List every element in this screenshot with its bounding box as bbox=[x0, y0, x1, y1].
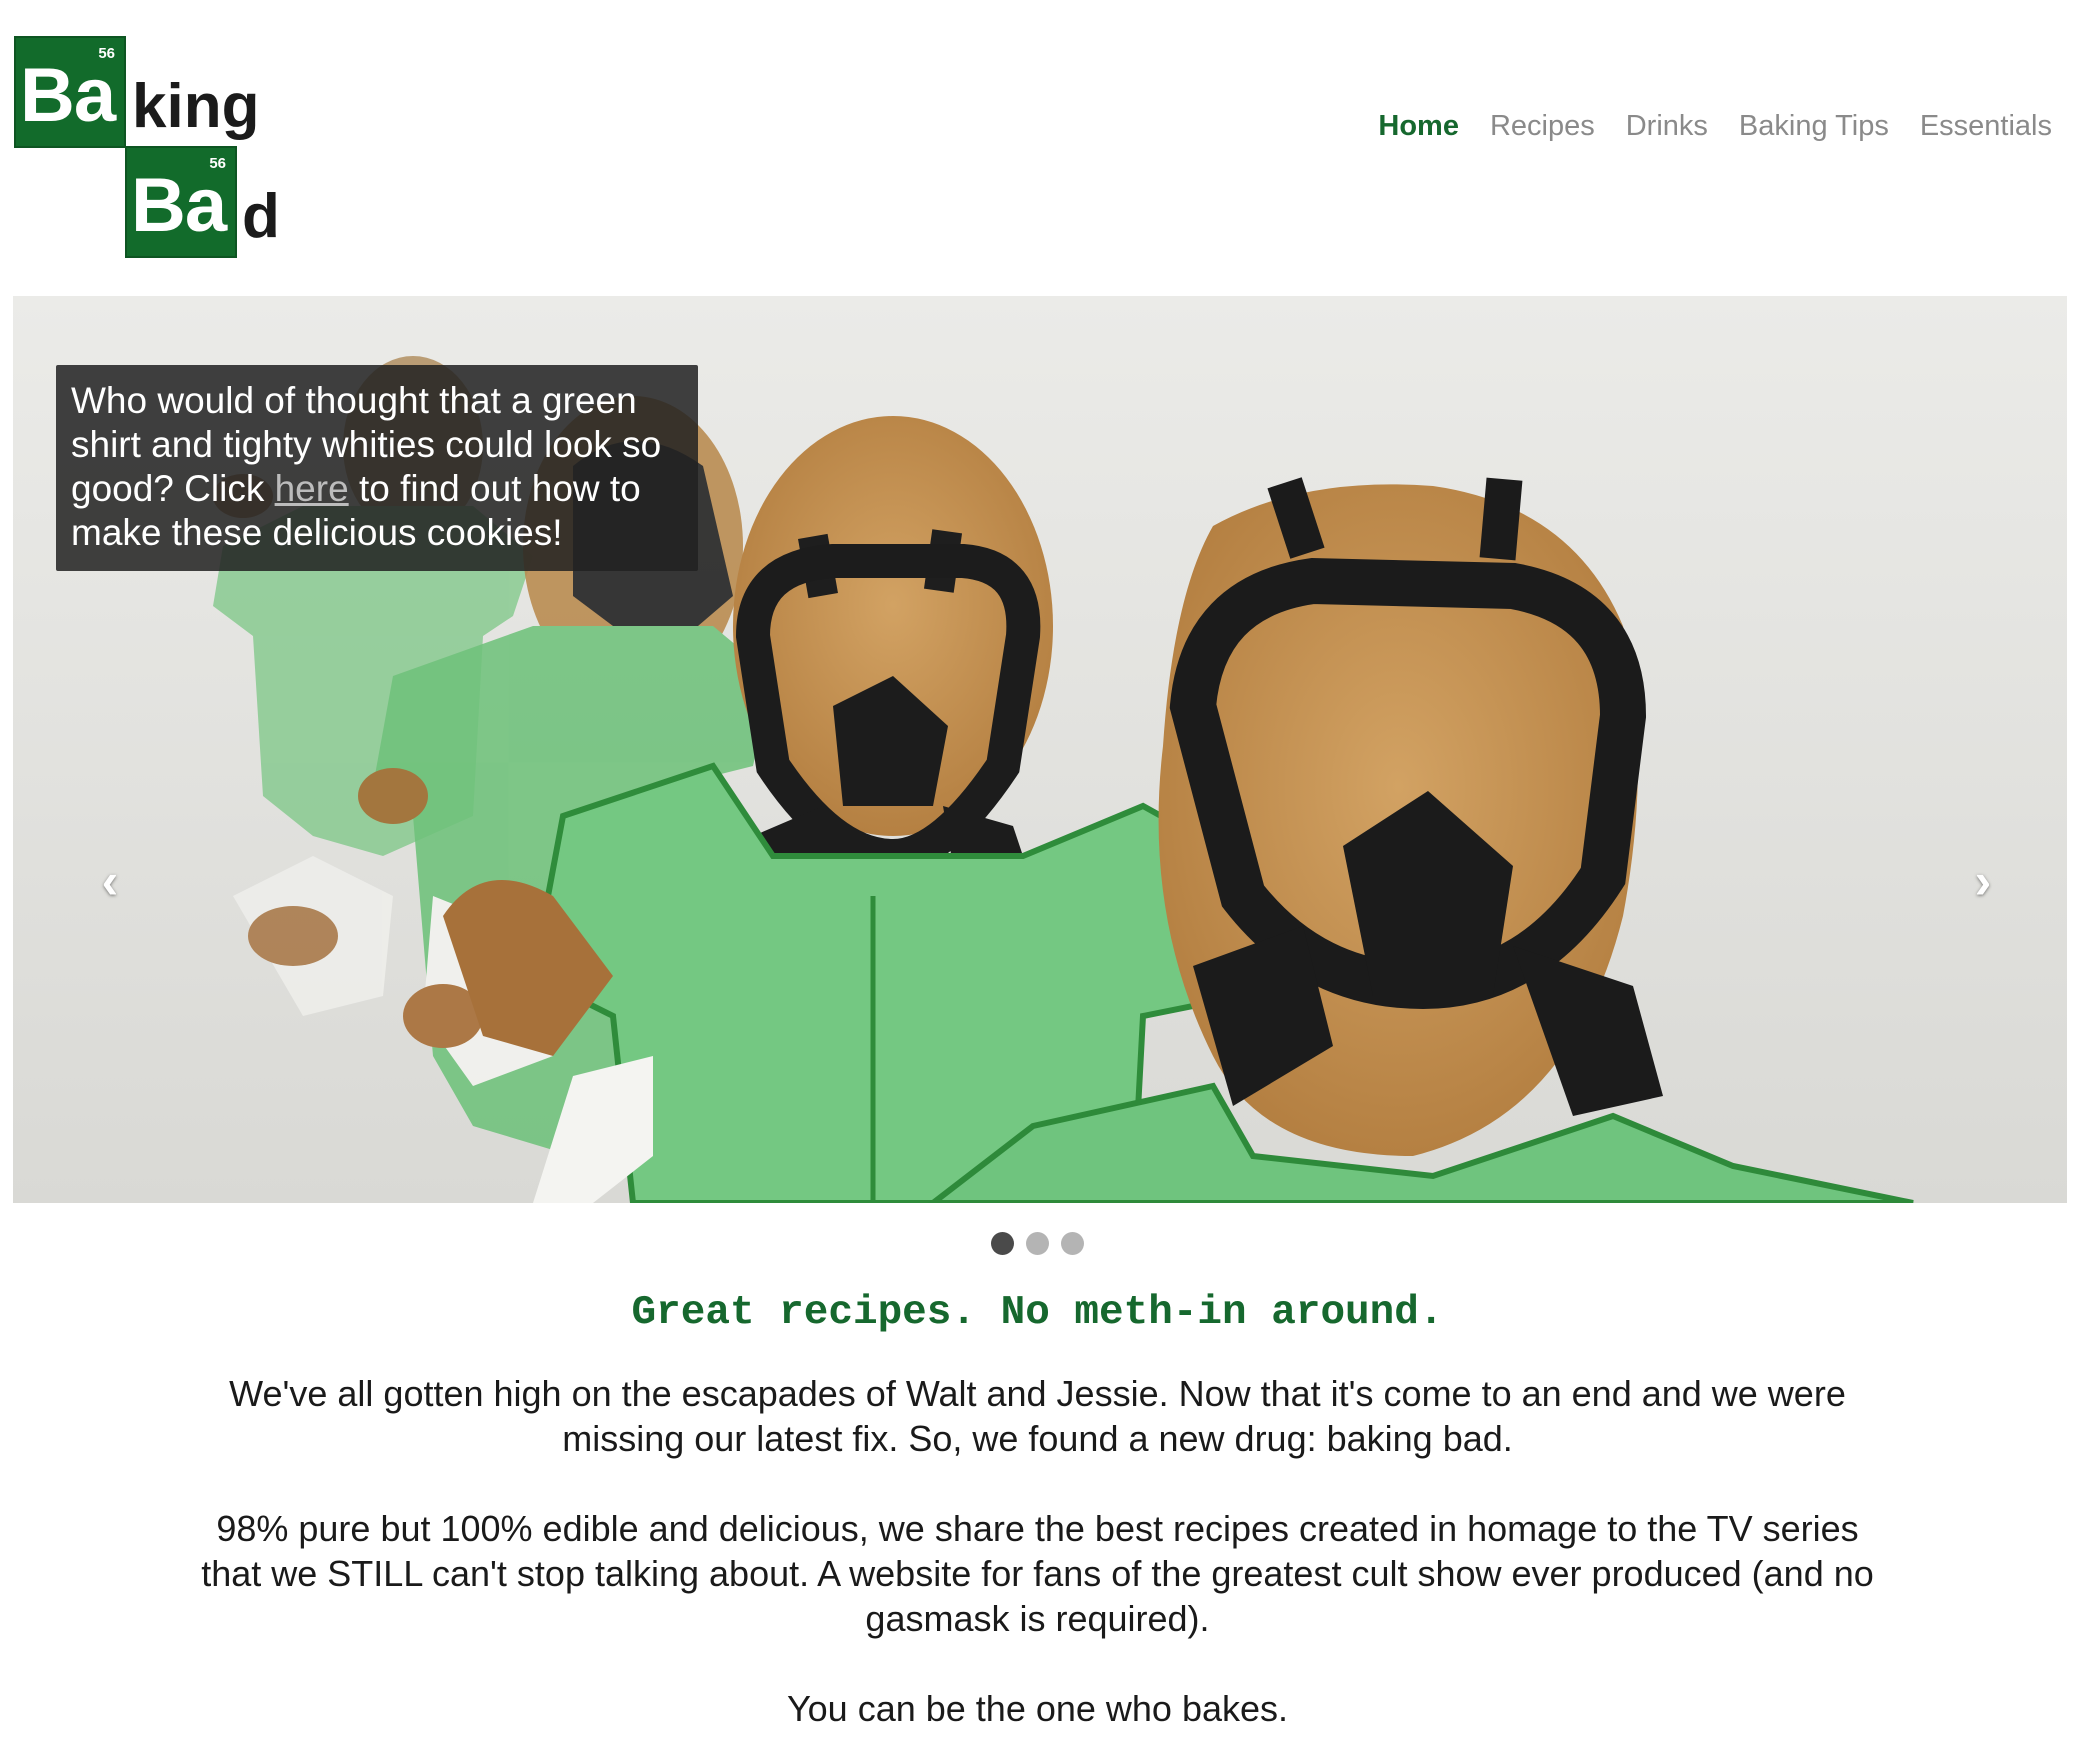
logo-element-symbol-1: Ba bbox=[20, 53, 116, 138]
nav-item-baking-tips[interactable]: Baking Tips bbox=[1739, 110, 1889, 143]
carousel-dot-2[interactable] bbox=[1026, 1232, 1049, 1255]
site-header: 56 Ba king 56 Ba d Home Recipes Drinks B… bbox=[0, 0, 2075, 296]
nav-item-drinks[interactable]: Drinks bbox=[1626, 110, 1708, 143]
logo-element-tile-ba-2: 56 Ba bbox=[125, 146, 237, 258]
logo-word-rest-1: king bbox=[132, 72, 260, 141]
logo-element-symbol-2: Ba bbox=[131, 163, 227, 248]
intro-paragraph-2: 98% pure but 100% edible and delicious, … bbox=[201, 1508, 1874, 1639]
main-nav: Home Recipes Drinks Baking Tips Essentia… bbox=[1347, 110, 2052, 143]
intro-paragraph-3: You can be the one who bakes. bbox=[786, 1688, 1289, 1729]
carousel-indicators bbox=[0, 1232, 2075, 1255]
hero-caption: Who would of thought that a green shirt … bbox=[56, 365, 698, 571]
intro-paragraph-1: We've all gotten high on the escapades o… bbox=[229, 1373, 1846, 1459]
nav-item-home[interactable]: Home bbox=[1378, 110, 1459, 143]
logo-element-tile-ba-1: 56 Ba bbox=[14, 36, 126, 148]
carousel-dot-3[interactable] bbox=[1061, 1232, 1084, 1255]
site-logo[interactable]: 56 Ba king 56 Ba d bbox=[14, 36, 294, 261]
carousel-dot-1[interactable] bbox=[991, 1232, 1014, 1255]
nav-item-essentials[interactable]: Essentials bbox=[1920, 110, 2052, 143]
hero-caption-link[interactable]: here bbox=[275, 468, 349, 509]
chevron-right-icon[interactable]: › bbox=[1958, 856, 2008, 906]
logo-word-rest-2: d bbox=[242, 182, 280, 251]
chevron-left-icon[interactable]: ‹ bbox=[85, 856, 135, 906]
nav-item-recipes[interactable]: Recipes bbox=[1490, 110, 1595, 143]
page-tagline: Great recipes. No meth-in around. bbox=[631, 1290, 1444, 1336]
hero-carousel: Who would of thought that a green shirt … bbox=[13, 296, 2067, 1203]
